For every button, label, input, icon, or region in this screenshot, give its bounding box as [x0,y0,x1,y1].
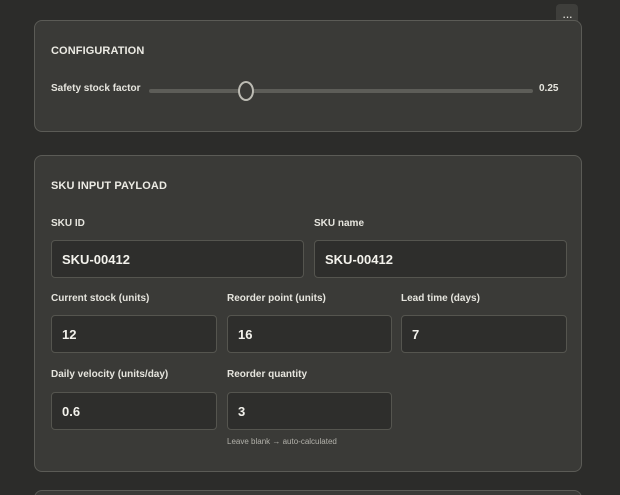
sku-input-title: SKU INPUT PAYLOAD [51,180,167,192]
slider-thumb[interactable] [238,81,254,101]
sku-id-label: SKU ID [51,218,85,229]
sku-id-input[interactable] [51,240,304,278]
safety-stock-factor-label: Safety stock factor [51,83,141,94]
sku-input-panel: SKU INPUT PAYLOAD SKU ID SKU name Curren… [34,155,582,472]
reorder-quantity-label: Reorder quantity [227,369,308,380]
next-panel [34,490,582,495]
lead-time-input[interactable] [401,315,567,353]
current-stock-label: Current stock (units) [51,293,150,304]
safety-stock-factor-value: 0.25 [539,83,559,94]
reorder-quantity-helper: Leave blank → auto-calculated [227,437,337,446]
page: ··· CONFIGURATION Safety stock factor 0.… [0,0,620,495]
reorder-point-input[interactable] [227,315,392,353]
reorder-quantity-input[interactable] [227,392,392,430]
configuration-title: CONFIGURATION [51,45,145,57]
lead-time-label: Lead time (days) [401,293,480,304]
sku-name-label: SKU name [314,218,365,229]
reorder-point-label: Reorder point (units) [227,293,326,304]
configuration-panel: CONFIGURATION Safety stock factor 0.25 [34,20,582,132]
safety-stock-factor-slider[interactable] [149,81,533,101]
current-stock-input[interactable] [51,315,217,353]
daily-velocity-input[interactable] [51,392,217,430]
sku-name-input[interactable] [314,240,567,278]
daily-velocity-label: Daily velocity (units/day) [51,369,169,380]
